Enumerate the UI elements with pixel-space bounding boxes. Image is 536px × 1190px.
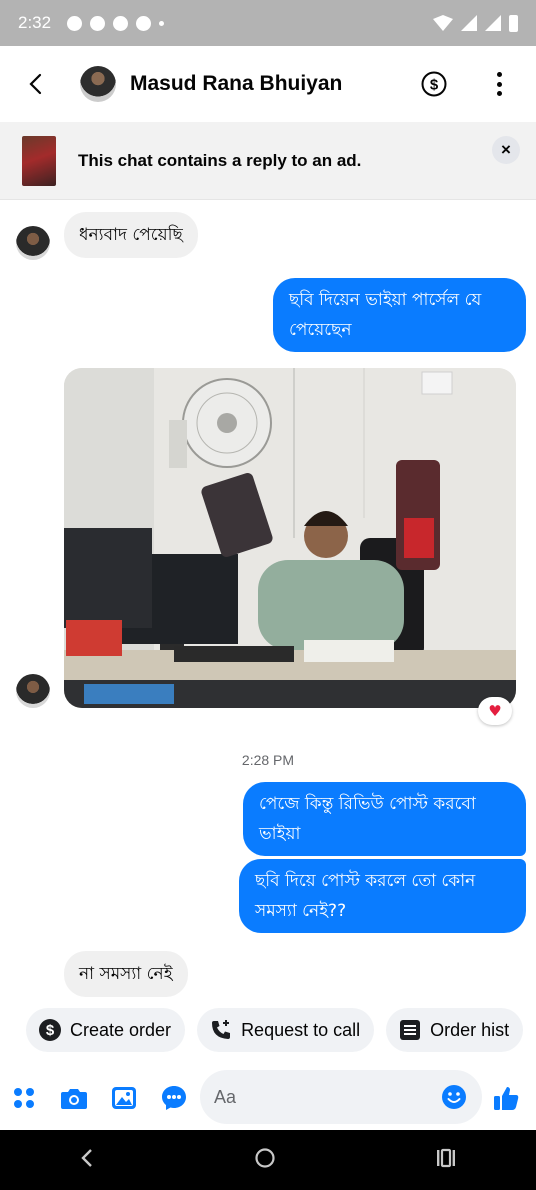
apps-grid-icon xyxy=(14,1088,34,1108)
data-saver-icon xyxy=(136,15,152,31)
nav-recents-button[interactable] xyxy=(435,1147,457,1173)
nav-back-icon xyxy=(81,1149,93,1167)
gallery-button[interactable] xyxy=(110,1084,138,1112)
messenger-icon xyxy=(113,15,129,31)
request-to-call-label: Request to call xyxy=(241,1019,361,1040)
svg-text:$: $ xyxy=(430,77,439,94)
outgoing-message[interactable]: পেজে কিন্তু রিভিউ পোস্ট করবো ভাইয়া xyxy=(243,782,526,856)
more-actions-button[interactable] xyxy=(160,1084,188,1112)
message-timestamp: 2:28 PM xyxy=(241,752,295,768)
battery-icon xyxy=(509,14,518,32)
status-time: 2:32 xyxy=(18,13,52,32)
nav-home-icon xyxy=(255,1148,275,1168)
photo-image xyxy=(64,368,516,708)
contact-avatar-small[interactable] xyxy=(16,226,50,260)
back-arrow-icon xyxy=(29,73,42,95)
ad-reply-banner: This chat contains a reply to an ad. × xyxy=(0,122,536,200)
dollar-icon: $ xyxy=(421,71,447,97)
ad-banner-text: This chat contains a reply to an ad. xyxy=(78,150,362,170)
nav-home-button[interactable] xyxy=(254,1147,276,1173)
contact-avatar-small[interactable] xyxy=(16,674,50,708)
create-order-button[interactable]: $ Create order xyxy=(26,1008,186,1052)
notification-icons xyxy=(67,15,165,31)
like-button[interactable] xyxy=(492,1084,520,1112)
list-icon xyxy=(398,1018,422,1042)
system-navigation-bar xyxy=(0,1130,536,1190)
contact-name[interactable]: Masud Rana Bhuiyan xyxy=(130,72,342,96)
photo-message[interactable] xyxy=(64,368,516,708)
message-input[interactable]: Aa xyxy=(200,1070,482,1124)
phone-plus-icon xyxy=(209,1018,233,1042)
back-button[interactable] xyxy=(0,46,70,122)
camera-button[interactable] xyxy=(60,1084,88,1112)
message-input-placeholder: Aa xyxy=(214,1086,237,1107)
ad-thumbnail[interactable] xyxy=(22,135,56,186)
create-order-label: Create order xyxy=(70,1019,172,1040)
more-options-button[interactable] xyxy=(488,68,510,100)
order-history-button[interactable]: Order hist xyxy=(386,1008,524,1052)
nav-recents-icon xyxy=(436,1148,455,1168)
svg-text:$: $ xyxy=(46,1022,55,1039)
image-icon xyxy=(112,1087,136,1109)
payment-button[interactable]: $ xyxy=(420,70,448,98)
order-history-label: Order hist xyxy=(430,1019,510,1040)
quick-actions-bar: $ Create order Request to call Order his… xyxy=(0,1008,536,1060)
apps-button[interactable] xyxy=(10,1084,38,1112)
thumbs-up-icon xyxy=(494,1087,519,1110)
heart-reaction[interactable]: ♥ xyxy=(478,697,512,725)
status-bar: 2:32 xyxy=(0,0,536,46)
wifi-icon xyxy=(433,15,453,31)
camera-icon xyxy=(61,1089,87,1109)
incoming-message[interactable]: না সমস্যা নেই xyxy=(64,951,188,997)
chat-bubble-icon xyxy=(162,1086,186,1110)
close-banner-button[interactable]: × xyxy=(492,136,520,164)
emoji-icon xyxy=(442,1085,466,1109)
nav-back-button[interactable] xyxy=(79,1147,95,1173)
signal-icon xyxy=(461,15,477,31)
more-notifications-icon xyxy=(159,20,165,26)
dollar-circle-icon: $ xyxy=(38,1018,62,1042)
emoji-button[interactable] xyxy=(440,1083,468,1111)
request-to-call-button[interactable]: Request to call xyxy=(197,1008,375,1052)
outgoing-message[interactable]: ছবি দিয়েন ভাইয়া পার্সেল যে পেয়েছেন xyxy=(273,278,526,352)
snapchat-icon xyxy=(67,15,83,31)
chat-icon xyxy=(90,15,106,31)
message-composer: Aa xyxy=(0,1064,536,1130)
chat-header: Masud Rana Bhuiyan $ xyxy=(0,46,536,122)
outgoing-message[interactable]: ছবি দিয়ে পোস্ট করলে তো কোন সমস্যা নেই?? xyxy=(239,859,526,933)
incoming-message[interactable]: ধন্যবাদ পেয়েছি xyxy=(64,212,198,258)
contact-avatar[interactable] xyxy=(80,66,116,102)
signal-icon-2 xyxy=(485,15,501,31)
